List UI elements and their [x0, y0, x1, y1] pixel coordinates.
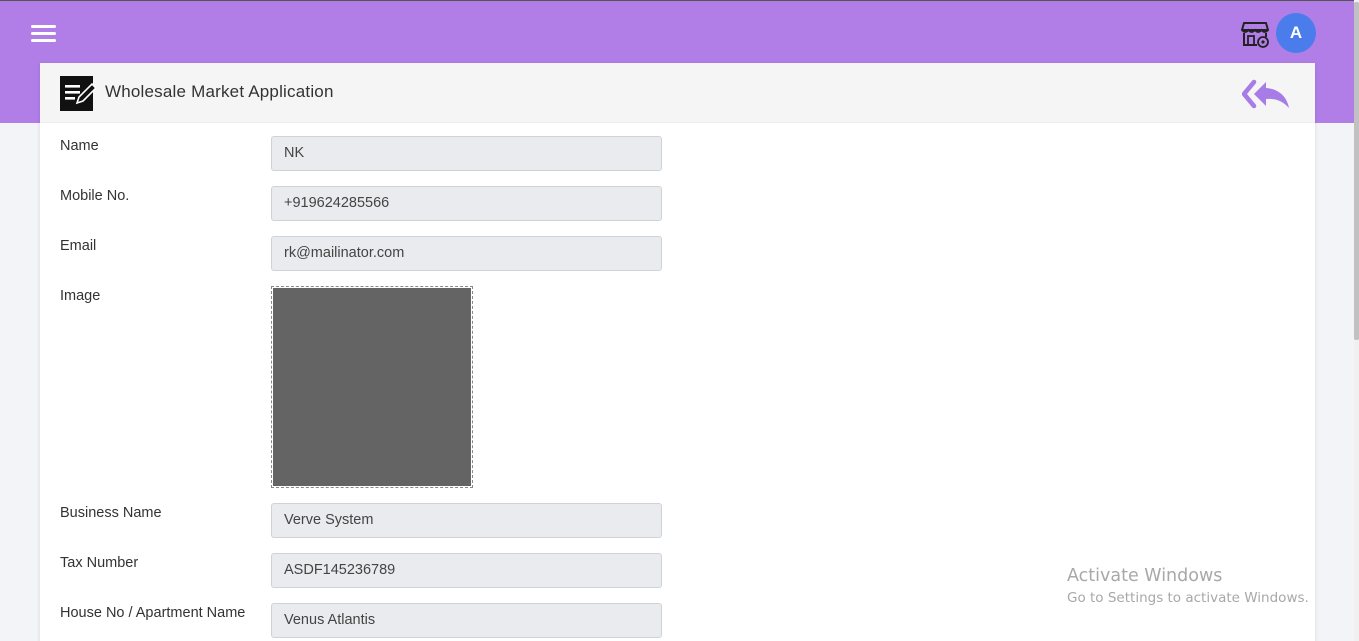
image-preview[interactable] — [271, 286, 473, 488]
mobile-field[interactable]: +919624285566 — [271, 186, 662, 221]
page-title: Wholesale Market Application — [105, 82, 334, 101]
watermark-subtitle: Go to Settings to activate Windows. — [1067, 590, 1309, 606]
name-field[interactable]: NK — [271, 136, 662, 171]
page-scrollbar[interactable] — [1354, 0, 1359, 641]
activate-windows-watermark: Activate Windows Go to Settings to activ… — [1067, 565, 1309, 609]
card-header: Wholesale Market Application — [40, 63, 1315, 123]
avatar[interactable]: A — [1276, 13, 1316, 53]
business-name-field[interactable]: Verve System — [271, 503, 662, 538]
hamburger-menu-icon[interactable] — [31, 24, 57, 44]
tax-number-field[interactable]: ASDF145236789 — [271, 553, 662, 588]
house-no-field[interactable]: Venus Atlantis — [271, 603, 662, 638]
application-card: Wholesale Market Application Name NK Mob… — [40, 63, 1315, 641]
image-label: Image — [60, 288, 101, 304]
name-label: Name — [60, 138, 99, 154]
scrollbar-thumb[interactable] — [1354, 2, 1359, 340]
edit-document-icon — [60, 76, 96, 111]
store-settings-icon[interactable] — [1241, 20, 1271, 48]
email-field[interactable]: rk@mailinator.com — [271, 236, 662, 271]
business-name-label: Business Name — [60, 505, 162, 521]
house-no-label: House No / Apartment Name — [60, 605, 246, 621]
mobile-label: Mobile No. — [60, 188, 130, 204]
reply-all-icon[interactable] — [1242, 78, 1292, 110]
tax-number-label: Tax Number — [60, 555, 139, 571]
watermark-title: Activate Windows — [1067, 566, 1223, 586]
email-label: Email — [60, 238, 97, 254]
